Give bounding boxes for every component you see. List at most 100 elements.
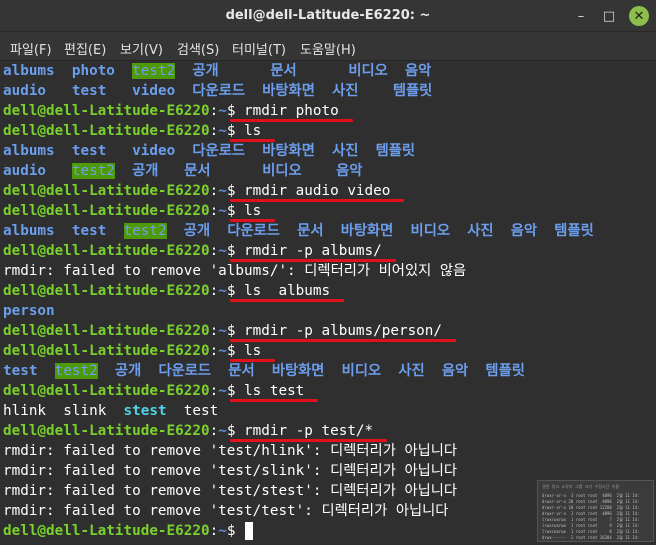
menu-file[interactable]: 파일(F)	[10, 39, 52, 58]
output-text: rmdir: failed to remove 'albums/': 디렉터리가…	[3, 263, 467, 279]
prompt-line: dell@dell-Latitude-E6220:~$	[3, 521, 244, 541]
output-line: rmdir: failed to remove 'albums/': 디렉터리가…	[3, 261, 466, 281]
output-line: person	[3, 301, 55, 321]
output-line: test test2 공개 다운로드 문서 바탕화면 비디오 사진 음악 템플릿	[3, 361, 525, 381]
sticky-directory-name: test2	[71, 163, 115, 179]
directory-name: 다운로드	[192, 143, 246, 159]
command-text: ls albums	[244, 283, 331, 299]
prompt-line: dell@dell-Latitude-E6220:~$ ls	[3, 121, 261, 141]
sticky-directory-name: test2	[132, 63, 176, 79]
directory-name: 템플릿	[375, 143, 416, 159]
prompt-separator: :	[209, 423, 219, 439]
directory-name: test	[71, 143, 107, 159]
output-text: test	[183, 403, 219, 419]
directory-name: 음악	[441, 363, 469, 379]
annotation-underline	[230, 399, 319, 402]
annotation-underline	[230, 219, 276, 222]
annotation-underline	[230, 119, 353, 122]
directory-name: 사진	[332, 83, 359, 99]
command-text: ls	[244, 343, 262, 359]
output-text: rmdir: failed to remove 'test/slink': 디렉…	[3, 463, 458, 479]
menu-view[interactable]: 보기(V)	[120, 39, 163, 58]
executable-name: stest	[123, 403, 167, 419]
directory-name: 템플릿	[554, 223, 594, 239]
directory-name: 다운로드	[192, 83, 246, 99]
directory-name: 사진	[467, 223, 494, 239]
prompt-line: dell@dell-Latitude-E6220:~$ ls	[3, 341, 261, 361]
command-text: ls	[244, 203, 262, 219]
directory-name: 공개	[114, 363, 142, 379]
prompt-path: ~	[218, 383, 227, 399]
directory-name: 음악	[405, 63, 432, 79]
prompt-path: ~	[218, 103, 227, 119]
prompt-line: dell@dell-Latitude-E6220:~$ ls	[3, 201, 261, 221]
prompt-separator: :	[209, 183, 219, 199]
prompt-separator: :	[209, 523, 219, 539]
prompt-path: ~	[218, 523, 227, 539]
directory-name: 바탕화면	[271, 363, 325, 379]
sticky-directory-name: test2	[123, 223, 167, 239]
command-text: rmdir -p albums/	[244, 243, 382, 259]
directory-name: audio	[3, 83, 47, 99]
prompt-user: dell@dell-Latitude-E6220	[3, 343, 210, 359]
maximize-button[interactable]: □	[599, 6, 619, 26]
menu-edit[interactable]: 편집(E)	[64, 39, 106, 58]
directory-name: 음악	[336, 163, 363, 179]
window-titlebar[interactable]: dell@dell-Latitude-E6220: ~ – □ ✕	[0, 0, 656, 32]
close-button[interactable]: ✕	[629, 6, 649, 26]
output-line: albums test test2 공개 다운로드 문서 바탕화면 비디오 사진…	[3, 221, 594, 241]
directory-name: 비디오	[410, 223, 451, 239]
terminal-area[interactable]: albums photo test2 공개 문서 비디오 음악 audio tes…	[0, 61, 656, 545]
menu-help[interactable]: 도움말(H)	[300, 39, 356, 58]
directory-name: test	[71, 83, 107, 99]
directory-name: 바탕화면	[340, 223, 394, 239]
command-text: rmdir -p test/*	[244, 423, 374, 439]
prompt-line: dell@dell-Latitude-E6220:~$ rmdir photo	[3, 101, 339, 121]
prompt-path: ~	[218, 203, 227, 219]
directory-name: 비디오	[341, 363, 382, 379]
minimize-button[interactable]: –	[571, 6, 591, 26]
directory-name: 문서	[270, 63, 297, 79]
directory-name: photo	[71, 63, 115, 79]
window-title: dell@dell-Latitude-E6220: ~	[225, 8, 431, 23]
annotation-underline	[230, 139, 276, 142]
output-line: albums test video 다운로드 바탕화면 사진 템플릿	[3, 141, 415, 161]
output-line: rmdir: failed to remove 'test/stest': 디렉…	[3, 481, 457, 501]
menu-search[interactable]: 검색(S)	[177, 39, 219, 58]
prompt-path: ~	[218, 323, 227, 339]
menu-terminal[interactable]: 터미널(T)	[232, 39, 286, 58]
output-line: rmdir: failed to remove 'test/test': 디렉터…	[3, 501, 448, 521]
command-text: rmdir audio video	[244, 183, 391, 199]
directory-name: albums	[3, 63, 55, 79]
